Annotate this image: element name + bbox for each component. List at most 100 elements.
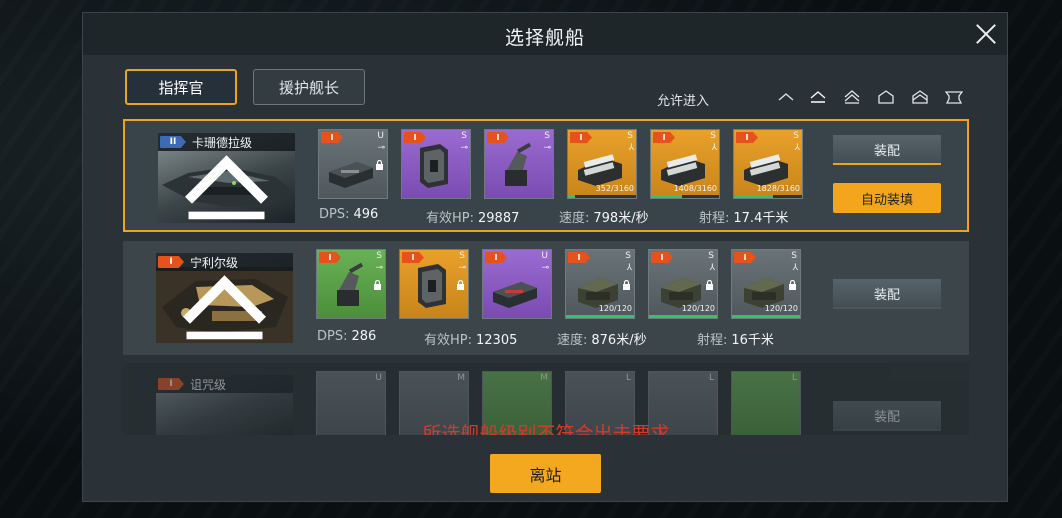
fighter-bay-icon: [661, 154, 705, 186]
ship-row-ninlil[interactable]: I 宁利尔级 I S ⊸ I S ⊸ I U ⊸ I S ⅄ 120/120 I…: [123, 241, 969, 355]
depart-button[interactable]: 离站: [490, 454, 601, 493]
dialog-header: 选择舰船: [83, 13, 1007, 55]
module-slot[interactable]: I U ⊸: [482, 249, 552, 319]
fighter-icon: ⅄: [709, 263, 716, 273]
module-slot[interactable]: I S ⅄ 120/120: [565, 249, 635, 319]
module-type: L: [791, 373, 797, 383]
ship-thumbnail: I 宁利尔级: [156, 253, 293, 343]
fighter-bay-icon: [744, 154, 788, 186]
select-ship-dialog: 选择舰船 指挥官 援护舰长 允许进入 II 卡珊德拉级 I U ⊸ I S ⊸ …: [82, 12, 1008, 502]
stat-dps: DPS: 496: [319, 207, 379, 222]
shield-module-icon: [418, 264, 446, 308]
module-hp-text: 120/120: [598, 304, 632, 313]
module-hp-bar: [734, 195, 802, 198]
module-equip-icon: ⊸: [458, 263, 466, 273]
module-type: U: [375, 373, 382, 383]
lock-icon: [376, 160, 383, 170]
lock-icon: [457, 280, 464, 290]
module-equip-icon: ⊸: [377, 143, 385, 153]
module-type: S: [625, 251, 631, 261]
module-hp-text: 120/120: [764, 304, 798, 313]
carrier-class-icon: [944, 89, 964, 105]
module-slot[interactable]: I S ⊸: [484, 129, 554, 199]
module-hp-text: 352/3160: [595, 184, 634, 193]
module-hp-text: 1408/3160: [673, 184, 717, 193]
auto-fill-button[interactable]: 自动装填: [833, 183, 941, 213]
chevron-up-icon: [183, 275, 266, 340]
module-hp-bar: [568, 195, 636, 198]
stat-range: 射程: 17.4千米: [699, 211, 789, 226]
close-icon[interactable]: [971, 19, 1001, 49]
warning-message: 所选舰船级别不符合出击要求: [422, 423, 670, 435]
module-slot[interactable]: I S ⊸: [401, 129, 471, 199]
module-type: U: [377, 131, 384, 141]
ship-name: 诅咒级: [190, 377, 227, 392]
module-equip-icon: ⊸: [541, 263, 549, 273]
module-type: M: [457, 373, 465, 383]
module-equip-icon: ⊸: [460, 143, 468, 153]
module-hp-bar: [649, 315, 717, 318]
missile-launcher-icon: [493, 282, 537, 308]
module-type: S: [459, 251, 465, 261]
module-slot[interactable]: I S ⅄ 120/120: [731, 249, 801, 319]
turret-module-icon: [505, 142, 532, 186]
fighter-bay-icon: [661, 278, 701, 308]
destroyer-class-icon: [809, 89, 827, 105]
fighter-icon: ⅄: [792, 263, 799, 273]
ship-header: I 诅咒级: [156, 375, 293, 393]
module-slot[interactable]: I S ⅄ 1408/3160: [650, 129, 720, 199]
module-equip-icon: ⊸: [543, 143, 551, 153]
module-type: S: [710, 131, 716, 141]
shield-module-icon: [420, 144, 448, 188]
fighter-bay-icon: [578, 278, 618, 308]
module-hp-bar: [566, 315, 634, 318]
turret-module-icon: [337, 262, 364, 306]
ship-list: II 卡珊德拉级 I U ⊸ I S ⊸ I S ⊸ I S ⅄ 352/316…: [123, 119, 969, 435]
ship-grade-badge: I: [158, 378, 184, 390]
frigate-class-icon: [777, 89, 795, 105]
fighter-icon: ⅄: [794, 143, 801, 153]
lock-icon: [374, 280, 381, 290]
module-type: U: [541, 251, 548, 261]
fighter-icon: ⅄: [711, 143, 718, 153]
missile-launcher-icon: [329, 162, 373, 188]
tab-escort[interactable]: 援护舰长: [253, 69, 365, 105]
stat-range: 射程: 16千米: [697, 333, 774, 348]
stat-effective-hp: 有效HP: 29887: [426, 211, 520, 226]
equip-button[interactable]: 装配: [833, 135, 941, 165]
module-type: L: [708, 373, 714, 383]
ship-row-cassandra[interactable]: II 卡珊德拉级 I U ⊸ I S ⊸ I S ⊸ I S ⅄ 352/316…: [123, 119, 969, 232]
allow-entry-label: 允许进入: [657, 94, 710, 109]
module-slot[interactable]: I S ⅄ 1828/3160: [733, 129, 803, 199]
battleship-class-icon: [911, 89, 929, 105]
ship-thumbnail: II 卡珊德拉级: [158, 133, 295, 223]
module-hp-bar: [732, 315, 800, 318]
module-equip-icon: ⊸: [375, 263, 383, 273]
dialog-title: 选择舰船: [504, 27, 585, 49]
module-slot[interactable]: I S ⅄ 120/120: [648, 249, 718, 319]
battlecruiser-class-icon: [877, 89, 895, 105]
module-type: S: [791, 251, 797, 261]
module-type: S: [708, 251, 714, 261]
fighter-icon: ⅄: [628, 143, 635, 153]
module-slot[interactable]: I S ⊸: [399, 249, 469, 319]
lock-icon: [789, 280, 796, 290]
tab-commander[interactable]: 指挥官: [125, 69, 237, 105]
chevron-up-icon: [185, 155, 268, 220]
module-slot[interactable]: I S ⅄ 352/3160: [567, 129, 637, 199]
module-type: S: [461, 131, 467, 141]
module-hp-text: 1828/3160: [756, 184, 800, 193]
fighter-bay-icon: [744, 278, 784, 308]
lock-icon: [706, 280, 713, 290]
cruiser-class-icon: [843, 89, 861, 105]
equip-button[interactable]: 装配: [833, 279, 941, 309]
lock-icon: [623, 280, 630, 290]
module-slot[interactable]: I S ⊸: [316, 249, 386, 319]
stat-speed: 速度: 798米/秒: [559, 211, 649, 226]
module-type: S: [544, 131, 550, 141]
stat-speed: 速度: 876米/秒: [557, 333, 647, 348]
module-hp-text: 120/120: [681, 304, 715, 313]
module-type: S: [376, 251, 382, 261]
module-slot[interactable]: I U ⊸: [318, 129, 388, 199]
module-type: L: [625, 373, 631, 383]
